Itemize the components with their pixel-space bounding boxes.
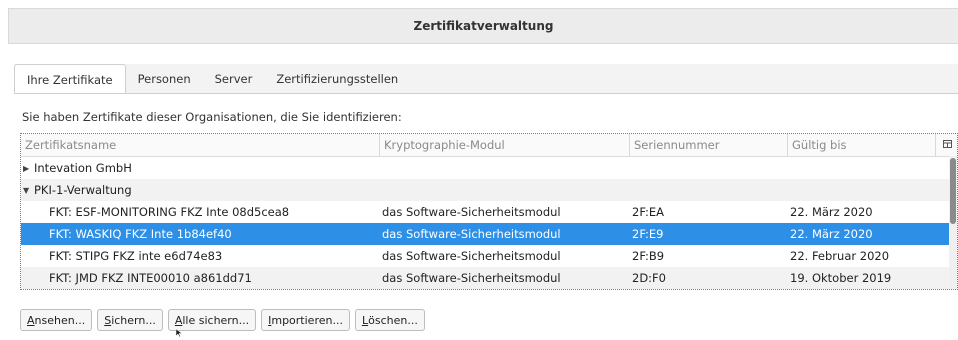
column-picker-icon[interactable] bbox=[941, 138, 953, 150]
button-label: lle sichern... bbox=[182, 313, 250, 327]
certificate-tree-table[interactable]: Zertifikatsname Kryptographie-Modul Seri… bbox=[20, 133, 958, 290]
button-label: nsehen... bbox=[34, 313, 86, 327]
column-picker-cell[interactable] bbox=[935, 134, 957, 156]
column-header-valid[interactable]: Gültig bis bbox=[787, 134, 935, 156]
cell-name: FKT: WASKIQ FKZ Inte 1b84ef40 bbox=[49, 227, 232, 241]
cell-module: das Software-Sicherheitsmodul bbox=[382, 271, 561, 285]
expanded-twisty-icon[interactable]: ▼ bbox=[23, 186, 32, 195]
tab-label: Zertifizierungsstellen bbox=[276, 72, 399, 86]
cell-module: das Software-Sicherheitsmodul bbox=[382, 249, 561, 263]
button-label: öschen... bbox=[368, 313, 418, 327]
tab-your-certificates[interactable]: Ihre Zertifikate bbox=[14, 64, 126, 94]
table-row[interactable]: FKT: JMD FKZ INTE00010 a861dd71 das Soft… bbox=[21, 267, 957, 289]
backup-all-button[interactable]: Alle sichern... bbox=[167, 309, 257, 331]
cell-name: FKT: JMD FKZ INTE00010 a861dd71 bbox=[49, 271, 252, 285]
window-titlebar: Zertifikatverwaltung bbox=[8, 8, 958, 44]
group-row[interactable]: ▼ PKI-1-Verwaltung bbox=[21, 179, 957, 201]
window-title: Zertifikatverwaltung bbox=[413, 19, 554, 33]
cell-name: FKT: ESF-MONITORING FKZ Inte 08d5cea8 bbox=[49, 205, 290, 219]
delete-button[interactable]: Löschen... bbox=[354, 309, 425, 331]
cell-serial: 2D:F0 bbox=[632, 271, 666, 285]
button-label: ichern... bbox=[111, 313, 156, 327]
scrollbar-thumb[interactable] bbox=[950, 158, 956, 224]
cell-valid: 22. Februar 2020 bbox=[790, 249, 890, 263]
cell-valid: 19. Oktober 2019 bbox=[790, 271, 892, 285]
cell-serial: 2F:EA bbox=[632, 205, 665, 219]
table-row-selected[interactable]: FKT: WASKIQ FKZ Inte 1b84ef40 das Softwa… bbox=[21, 223, 957, 245]
tab-bar: Ihre Zertifikate Personen Server Zertifi… bbox=[14, 64, 410, 94]
intro-text: Sie haben Zertifikate dieser Organisatio… bbox=[22, 110, 402, 124]
tab-authorities[interactable]: Zertifizierungsstellen bbox=[264, 64, 410, 94]
table-body: ▶ Intevation GmbH ▼ PKI-1-Verwaltung FKT… bbox=[21, 157, 957, 289]
import-button[interactable]: Importieren... bbox=[261, 309, 350, 331]
table-row[interactable]: FKT: ESF-MONITORING FKZ Inte 08d5cea8 da… bbox=[21, 201, 957, 223]
tab-divider bbox=[14, 93, 958, 94]
tab-people[interactable]: Personen bbox=[126, 64, 203, 94]
accel-key: A bbox=[27, 313, 35, 327]
tab-label: Server bbox=[214, 72, 253, 86]
cell-module: das Software-Sicherheitsmodul bbox=[382, 227, 561, 241]
accel-key: S bbox=[104, 313, 112, 327]
cell-valid: 22. März 2020 bbox=[790, 227, 873, 241]
column-header-serial[interactable]: Seriennummer bbox=[629, 134, 787, 156]
backup-button[interactable]: Sichern... bbox=[97, 309, 163, 331]
column-header-module[interactable]: Kryptographie-Modul bbox=[379, 134, 629, 156]
cell-module: das Software-Sicherheitsmodul bbox=[382, 205, 561, 219]
group-name: PKI-1-Verwaltung bbox=[34, 183, 132, 197]
tab-servers[interactable]: Server bbox=[203, 64, 265, 94]
cell-name: FKT: STIPG FKZ inte e6d74e83 bbox=[49, 249, 223, 263]
cell-serial: 2F:B9 bbox=[632, 249, 665, 263]
accel-key: A bbox=[174, 313, 183, 327]
button-label: mportieren... bbox=[271, 313, 343, 327]
column-header-name[interactable]: Zertifikatsname bbox=[21, 134, 379, 156]
cell-serial: 2F:E9 bbox=[632, 227, 664, 241]
cell-valid: 22. März 2020 bbox=[790, 205, 873, 219]
table-header: Zertifikatsname Kryptographie-Modul Seri… bbox=[21, 134, 957, 157]
button-bar: Ansehen... Sichern... Alle sichern... Im… bbox=[20, 309, 425, 331]
group-row[interactable]: ▶ Intevation GmbH bbox=[21, 157, 957, 179]
collapsed-twisty-icon[interactable]: ▶ bbox=[23, 164, 32, 173]
table-row[interactable]: FKT: STIPG FKZ inte e6d74e83 das Softwar… bbox=[21, 245, 957, 267]
tab-label: Ihre Zertifikate bbox=[27, 72, 113, 87]
view-button[interactable]: Ansehen... bbox=[20, 309, 93, 331]
tab-label: Personen bbox=[137, 72, 191, 86]
group-name: Intevation GmbH bbox=[34, 161, 132, 175]
